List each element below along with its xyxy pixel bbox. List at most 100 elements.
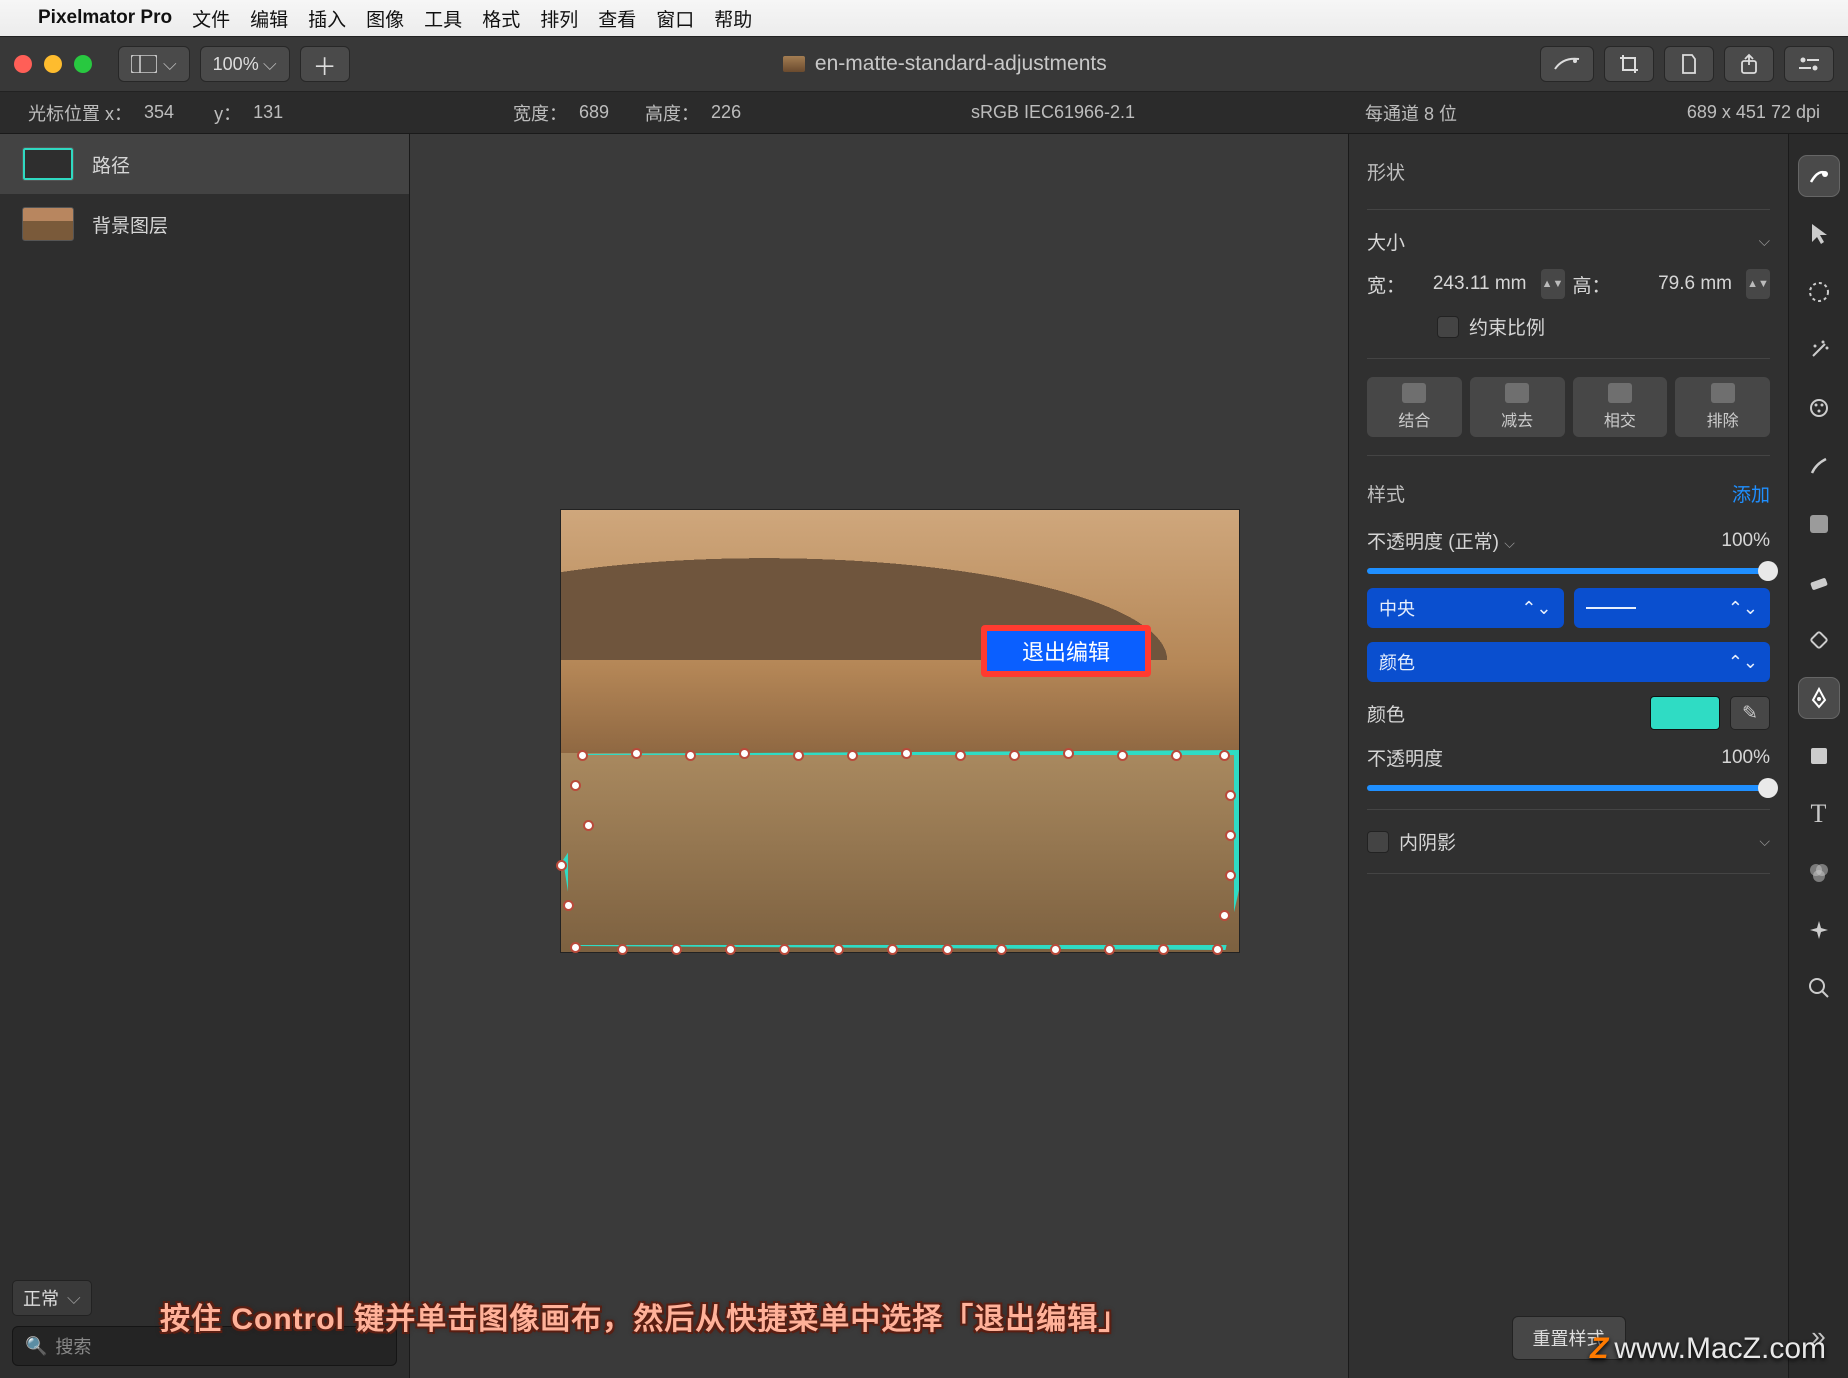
opacity2-label: 不透明度 xyxy=(1367,744,1443,771)
sel-width-value: 689 xyxy=(579,102,609,123)
color-picker-button[interactable]: ✎ xyxy=(1730,696,1770,730)
workspace: 路径 背景图层 正常⌵ 🔍 搜索 退出编辑 xyxy=(0,134,1848,1378)
text-tool-icon[interactable]: T xyxy=(1799,794,1839,834)
minimize-window-button[interactable] xyxy=(44,55,62,73)
boolean-exclude-button[interactable]: 排除 xyxy=(1675,377,1770,437)
cursor-y-label: y： xyxy=(214,100,241,126)
size-section-header[interactable]: 大小⌵ xyxy=(1367,228,1770,255)
ml-enhance-button[interactable] xyxy=(1540,46,1594,82)
watermark-logo-icon: Z xyxy=(1590,1332,1608,1366)
boolean-intersect-button[interactable]: 相交 xyxy=(1573,377,1668,437)
height-label: 高： xyxy=(1573,271,1617,298)
add-style-button[interactable]: 添加 xyxy=(1732,480,1770,507)
document-title: en-matte-standard-adjustments xyxy=(360,52,1530,76)
menu-insert[interactable]: 插入 xyxy=(308,5,346,32)
width-stepper[interactable]: ▲▼ xyxy=(1541,269,1565,299)
menu-window[interactable]: 窗口 xyxy=(656,5,694,32)
share-button[interactable] xyxy=(1724,46,1774,82)
chevron-down-icon[interactable]: ⌵ xyxy=(1759,833,1770,850)
bit-depth: 每通道 8 位 xyxy=(1365,100,1457,126)
menu-image[interactable]: 图像 xyxy=(366,5,404,32)
toolbar: ⌵ 100%⌵ ＋ en-matte-standard-adjustments xyxy=(0,36,1848,92)
watermark: Z www.MacZ.com xyxy=(1590,1332,1826,1366)
arrow-tool-icon[interactable] xyxy=(1799,214,1839,254)
cursor-x-label: 光标位置 x： xyxy=(28,100,132,126)
crop-button[interactable] xyxy=(1604,46,1654,82)
inner-shadow-label: 内阴影 xyxy=(1399,828,1456,855)
brush-tool-icon[interactable] xyxy=(1799,446,1839,486)
vector-path[interactable] xyxy=(563,750,1239,950)
gradient-tool-icon[interactable] xyxy=(1799,504,1839,544)
height-field[interactable]: 79.6 mm xyxy=(1625,273,1739,295)
layer-background[interactable]: 背景图层 xyxy=(0,194,409,254)
color-adjust-tool-icon[interactable] xyxy=(1799,852,1839,892)
cursor-x-value: 354 xyxy=(144,102,174,123)
color-profile: sRGB IEC61966-2.1 xyxy=(971,102,1135,123)
height-stepper[interactable]: ▲▼ xyxy=(1746,269,1770,299)
width-field[interactable]: 243.11 mm xyxy=(1419,273,1533,295)
marquee-tool-icon[interactable] xyxy=(1799,272,1839,312)
boolean-ops: 结合 减去 相交 排除 xyxy=(1367,377,1770,437)
opacity2-value: 100% xyxy=(1721,747,1770,769)
fill-opacity-slider[interactable] xyxy=(1367,785,1770,791)
opacity-label[interactable]: 不透明度 (正常) ⌵ xyxy=(1367,527,1515,554)
menu-help[interactable]: 帮助 xyxy=(714,5,752,32)
close-window-button[interactable] xyxy=(14,55,32,73)
cursor-y-value: 131 xyxy=(253,102,283,123)
repair-tool-icon[interactable] xyxy=(1799,620,1839,660)
pen-tool-icon[interactable] xyxy=(1799,678,1839,718)
shape-tool-icon[interactable] xyxy=(1799,736,1839,776)
document-icon xyxy=(783,56,805,72)
canvas-dims: 689 x 451 72 dpi xyxy=(1687,102,1820,123)
menu-file[interactable]: 文件 xyxy=(192,5,230,32)
eraser-tool-icon[interactable] xyxy=(1799,562,1839,602)
fullscreen-window-button[interactable] xyxy=(74,55,92,73)
opacity-value: 100% xyxy=(1721,530,1770,552)
color-swatch[interactable] xyxy=(1650,696,1720,730)
color-label: 颜色 xyxy=(1367,700,1640,727)
new-document-button[interactable] xyxy=(1664,46,1714,82)
blend-mode-select[interactable]: 正常⌵ xyxy=(12,1280,92,1316)
opacity-slider[interactable] xyxy=(1367,568,1770,574)
instruction-overlay: 按住 Control 键并单击图像画布，然后从快捷菜单中选择「退出编辑」 xyxy=(160,1294,1129,1338)
stroke-style-select[interactable]: ⌃⌄ xyxy=(1574,588,1771,628)
constrain-label: 约束比例 xyxy=(1469,313,1545,340)
boolean-subtract-button[interactable]: 减去 xyxy=(1470,377,1565,437)
zoom-select[interactable]: 100%⌵ xyxy=(200,46,290,82)
settings-button[interactable] xyxy=(1784,46,1834,82)
canvas[interactable]: 退出编辑 xyxy=(410,134,1348,1378)
layer-thumb-icon xyxy=(22,147,74,181)
zoom-value: 100% xyxy=(213,54,259,75)
boolean-unite-button[interactable]: 结合 xyxy=(1367,377,1462,437)
fill-type-select[interactable]: 颜色⌃⌄ xyxy=(1367,642,1770,682)
sidebar-toggle-button[interactable]: ⌵ xyxy=(118,46,190,82)
inspector-panel: 形状 大小⌵ 宽： 243.11 mm ▲▼ 高： 79.6 mm ▲▼ 约束比… xyxy=(1348,134,1788,1378)
layer-thumb-icon xyxy=(22,207,74,241)
layer-path[interactable]: 路径 xyxy=(0,134,409,194)
menu-tools[interactable]: 工具 xyxy=(424,5,462,32)
paint-tool-icon[interactable] xyxy=(1799,388,1839,428)
tool-strip: T » xyxy=(1788,134,1848,1378)
width-label: 宽： xyxy=(1367,271,1411,298)
context-menu-exit-edit[interactable]: 退出编辑 xyxy=(981,625,1151,677)
menu-arrange[interactable]: 排列 xyxy=(540,5,578,32)
magic-wand-tool-icon[interactable] xyxy=(1799,330,1839,370)
stroke-position-select[interactable]: 中央⌃⌄ xyxy=(1367,588,1564,628)
zoom-tool-icon[interactable] xyxy=(1799,968,1839,1008)
menu-edit[interactable]: 编辑 xyxy=(250,5,288,32)
effects-tool-icon[interactable] xyxy=(1799,910,1839,950)
shape-section-header: 形状 xyxy=(1367,152,1770,191)
menu-format[interactable]: 格式 xyxy=(482,5,520,32)
style-section-header: 样式 xyxy=(1367,474,1405,513)
add-button[interactable]: ＋ xyxy=(300,46,350,82)
app-menu[interactable]: Pixelmator Pro xyxy=(38,7,172,29)
sel-width-label: 宽度： xyxy=(513,100,567,126)
menu-view[interactable]: 查看 xyxy=(598,5,636,32)
search-icon: 🔍 xyxy=(25,1336,47,1357)
layer-label: 背景图层 xyxy=(92,211,168,238)
style-tool-icon[interactable] xyxy=(1799,156,1839,196)
layer-label: 路径 xyxy=(92,151,130,178)
inner-shadow-checkbox[interactable] xyxy=(1367,831,1389,853)
constrain-checkbox[interactable] xyxy=(1437,316,1459,338)
search-placeholder: 搜索 xyxy=(55,1333,91,1359)
